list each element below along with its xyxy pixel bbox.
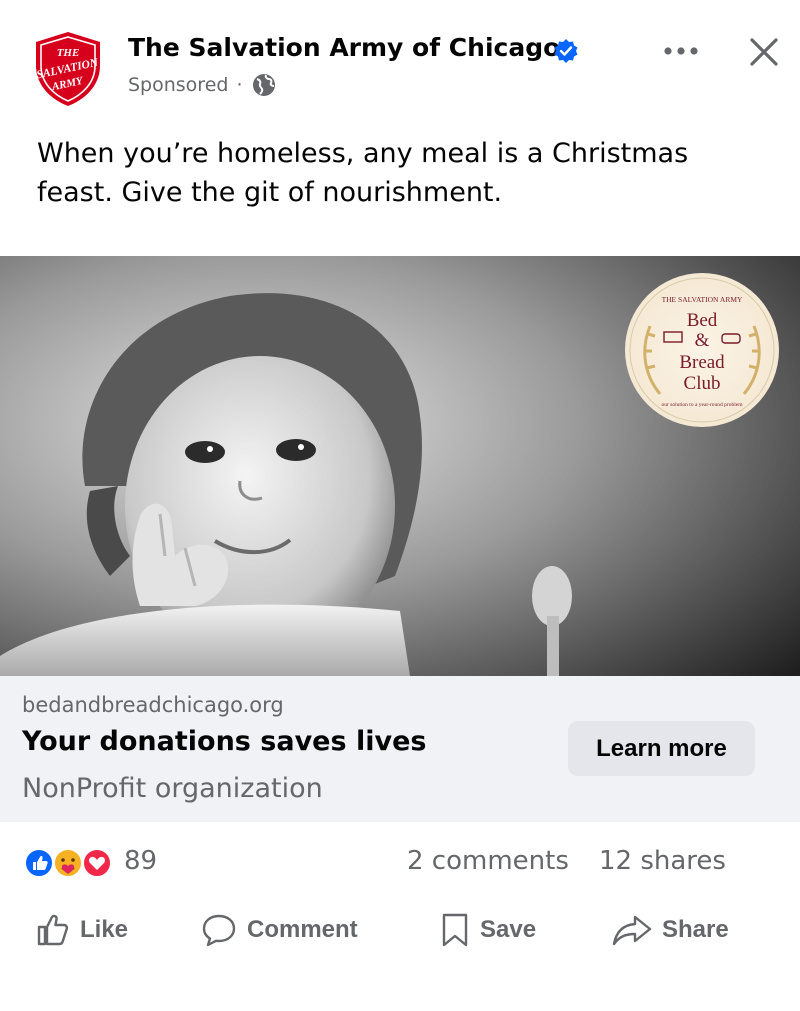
reaction-icons[interactable]	[24, 846, 116, 880]
shares-count[interactable]: 12 shares	[599, 846, 726, 876]
learn-more-button[interactable]: Learn more	[568, 721, 755, 776]
comment-button[interactable]: Comment	[201, 900, 358, 960]
post-image[interactable]: THE SALVATION ARMY Bed & Bread Club our …	[0, 256, 800, 676]
comments-count[interactable]: 2 comments	[407, 846, 569, 876]
share-button[interactable]: Share	[612, 900, 729, 960]
post-header: THE SALVATION ARMY The Salvation Army of…	[0, 0, 800, 120]
svg-text:THE: THE	[57, 47, 80, 59]
meta-separator: ·	[236, 74, 243, 96]
close-icon[interactable]	[742, 30, 786, 74]
post-meta: Sponsored ·	[128, 72, 277, 98]
post-message: When you’re homeless, any meal is a Chri…	[37, 138, 689, 208]
link-domain: bedandbreadchicago.org	[22, 693, 284, 717]
badge-club-text: Club	[684, 373, 721, 394]
badge-bed-text: Bed	[687, 310, 718, 331]
badge-bread-text: Bread	[679, 352, 725, 373]
comment-bubble-icon	[202, 914, 236, 947]
reaction-count[interactable]: 89	[124, 846, 157, 876]
globe-icon	[251, 72, 277, 98]
save-label: Save	[480, 916, 537, 943]
engagement-stats: 89 2 comments 12 shares	[0, 836, 800, 892]
action-bar: Like Comment Save Share	[0, 900, 800, 960]
bookmark-icon	[442, 913, 468, 947]
badge-amp-text: &	[695, 330, 710, 351]
link-description: NonProfit organization	[22, 773, 323, 804]
more-options-icon[interactable]	[656, 34, 706, 68]
verified-badge-icon	[553, 38, 579, 64]
badge-top-text: THE SALVATION ARMY	[662, 295, 743, 304]
link-headline: Your donations saves lives	[22, 726, 427, 757]
thumbs-up-icon	[37, 914, 69, 946]
salvation-army-logo[interactable]: THE SALVATION ARMY	[32, 30, 104, 108]
like-button[interactable]: Like	[36, 900, 128, 960]
page-name-link[interactable]: The Salvation Army of Chicago	[128, 33, 560, 62]
share-arrow-icon	[612, 915, 652, 946]
share-label: Share	[662, 916, 729, 943]
link-preview-card[interactable]: bedandbreadchicago.org Your donations sa…	[0, 676, 800, 822]
like-label: Like	[80, 916, 129, 943]
save-button[interactable]: Save	[440, 900, 536, 960]
badge-bottom-text: our solution to a year-round problem	[662, 402, 744, 408]
sponsored-label[interactable]: Sponsored	[128, 74, 228, 96]
comment-label: Comment	[247, 916, 358, 943]
